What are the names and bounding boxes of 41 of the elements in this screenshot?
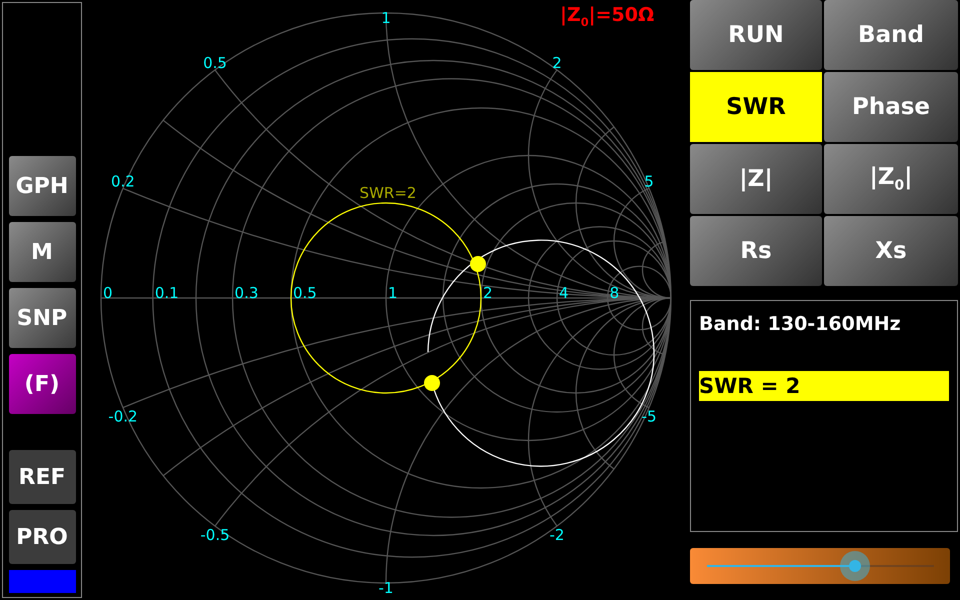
resistance-label: 0.5 [293,284,317,302]
impedance-title: |Z$_{0}$|=50Ω [560,4,654,29]
reactance-label: 1 [381,9,391,27]
status-indicator [8,570,76,593]
mode-button[interactable]: |Z$_{0}$| [824,144,958,214]
slider[interactable] [690,548,950,584]
resistance-label: 0.1 [154,284,179,302]
band-text: Band: 130-160MHz [699,313,902,335]
mode-button[interactable]: |Z| [690,144,822,214]
reactance-label: -1 [378,579,394,597]
mode-button[interactable]: Xs [824,216,958,286]
slider-thumb[interactable] [840,551,870,581]
reactance-label: -2 [550,526,564,544]
resistance-label: 1 [388,284,398,302]
resistance-label: 2 [483,284,493,302]
resistance-label: 4 [559,284,569,302]
sidebar-button[interactable]: SNP [8,288,76,348]
sidebar-button[interactable]: GPH [8,156,76,216]
swr-circle-label: SWR=2 [360,184,416,202]
resistance-label: 8 [610,284,620,302]
reactance-label: 2 [552,54,562,72]
sidebar-button[interactable]: M [8,222,76,282]
reactance-label: -5 [642,408,657,426]
swr-reading: SWR = 2 [699,371,949,401]
reactance-label: 0.5 [203,54,227,72]
resistance-label: 0.3 [234,284,258,302]
mode-button[interactable]: Phase [824,72,958,142]
reactance-label: -0.5 [200,526,230,544]
marker-dot [424,375,440,391]
resistance-label: 0 [103,284,113,302]
sidebar-button[interactable]: PRO [8,510,76,564]
mode-button[interactable]: Band [824,0,958,70]
reactance-label: -0.2 [108,408,138,426]
marker-dot [470,256,486,272]
mode-button[interactable]: RUN [690,0,822,70]
reactance-label: 0.2 [111,172,135,190]
mode-button[interactable]: Rs [690,216,822,286]
mode-button[interactable]: SWR [690,72,822,142]
sidebar-button[interactable]: REF [8,450,76,504]
reactance-label: 5 [644,172,654,190]
sidebar-button[interactable]: (F) [8,354,76,414]
